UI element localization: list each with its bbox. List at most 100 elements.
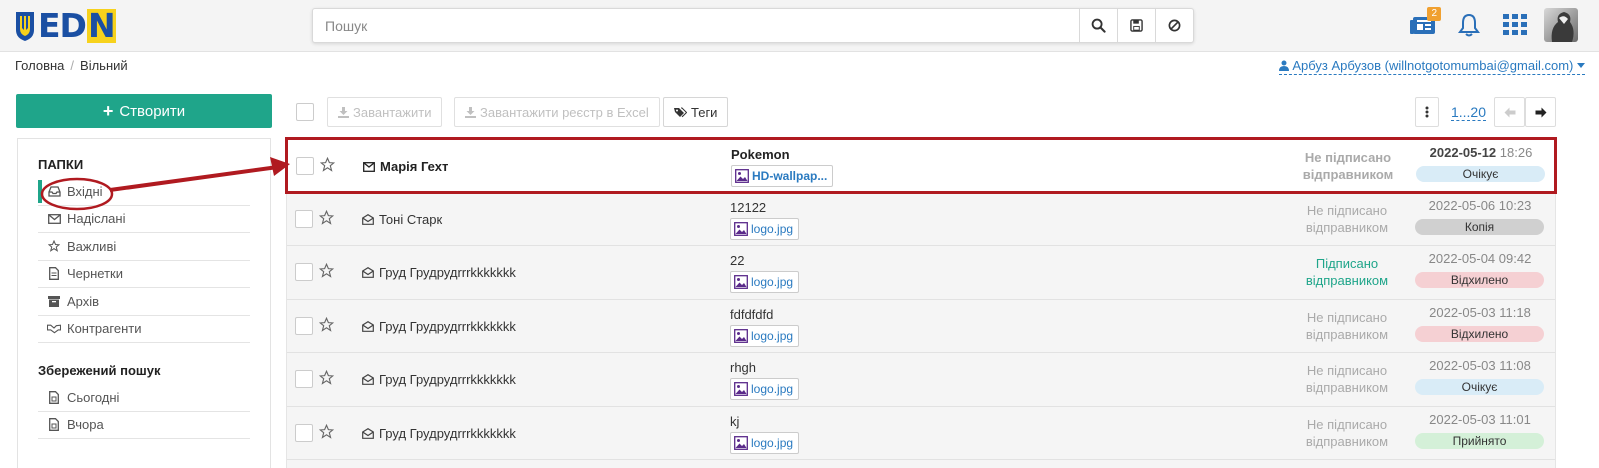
image-file-icon: [734, 435, 748, 450]
edin-logo[interactable]: EDN: [14, 9, 116, 43]
apps-button[interactable]: [1497, 6, 1533, 44]
sidebar-item-contractors[interactable]: Контрагенти: [38, 316, 250, 343]
row-checkbox[interactable]: [295, 316, 313, 335]
message-row[interactable]: Марія Гехт Pokemon HD-wallpap... Не підписа…: [285, 137, 1557, 194]
row-checkbox[interactable]: [295, 423, 313, 442]
user-menu-button[interactable]: [1543, 6, 1579, 44]
prev-page-button[interactable]: [1494, 97, 1525, 127]
star-icon[interactable]: [318, 316, 335, 335]
trident-icon: [16, 12, 34, 41]
time-value: 09:42: [1498, 251, 1532, 266]
image-file-icon: [735, 169, 749, 183]
sender: Груд Грудрудrrrkkkkkkk: [362, 353, 516, 406]
sidebar-item-inbox[interactable]: Вхідні: [38, 178, 250, 206]
user-name: Арбуз Арбузов (willnotgotomumbai@gmail.c…: [1292, 58, 1574, 73]
status-badge: Копія: [1415, 218, 1544, 235]
date-value: 2022-05-04: [1428, 251, 1496, 266]
download-button[interactable]: Завантажити: [327, 97, 443, 127]
time-value: 10:23: [1498, 197, 1532, 213]
sidebar-item-important[interactable]: Важливі: [38, 233, 250, 261]
row-checkbox[interactable]: [296, 157, 314, 175]
attachment-name: logo.jpg: [751, 328, 794, 343]
image-file-icon: [734, 221, 748, 236]
kebab-menu-icon: [1425, 106, 1429, 118]
subject: kj: [730, 413, 740, 429]
sidebar-item-archive[interactable]: Архів: [38, 288, 250, 316]
search-input[interactable]: [313, 9, 1079, 42]
signature-status: Підписано відправником: [1305, 256, 1389, 288]
attachment[interactable]: logo.jpg: [730, 431, 800, 454]
saved-search-yesterday[interactable]: Вчора: [38, 412, 250, 439]
calendar-icon: [47, 390, 61, 404]
download-label: Завантажити: [353, 104, 432, 120]
status-badge: Відхилено: [1415, 272, 1544, 288]
sidebar: ПАПКИ Вхідні Надіслані Важливі Чернетки …: [17, 138, 271, 468]
message-row[interactable]: Груд Грудрудrrrkkkkkkk kj logo.jpg Не підпи…: [287, 407, 1555, 460]
search-icon: [1091, 18, 1106, 33]
documents-button[interactable]: 2: [1405, 6, 1441, 44]
tags-button[interactable]: Теги: [663, 97, 729, 127]
page-range[interactable]: 1...20: [1450, 104, 1486, 121]
breadcrumb-home[interactable]: Головна: [15, 58, 64, 73]
search-button[interactable]: [1079, 9, 1117, 42]
sidebar-item-label: Вчора: [67, 417, 104, 433]
folders-heading: ПАПКИ: [38, 157, 84, 172]
message-row[interactable]: Груд Грудрудrrrkkkkkkk fdfdfdfd logo.jpg Не…: [287, 300, 1555, 353]
row-checkbox[interactable]: [295, 370, 313, 388]
star-icon[interactable]: [318, 262, 335, 281]
top-bar: EDN 2: [0, 0, 1599, 52]
arrow-right-icon: [1535, 107, 1546, 117]
sender: Груд Грудрудrrrkkkkkkk: [362, 300, 516, 353]
envelope-open-icon: [362, 374, 374, 385]
star-icon[interactable]: [318, 209, 335, 228]
save-search-button[interactable]: [1117, 9, 1155, 42]
row-checkbox[interactable]: [295, 263, 313, 281]
time-value: 18:26: [1499, 145, 1533, 160]
message-row[interactable]: Груд Грудрудrrrkkkkkkk rhgh logo.jpg Не під…: [287, 353, 1555, 407]
star-icon[interactable]: [318, 369, 335, 388]
message-row[interactable]: Тоні Старк 12122 logo.jpg Не підписано відп…: [287, 193, 1555, 246]
saved-search-today[interactable]: Сьогодні: [38, 384, 250, 412]
sidebar-item-label: Сьогодні: [67, 389, 120, 405]
sidebar-item-sent[interactable]: Надіслані: [38, 206, 250, 233]
star-icon[interactable]: [318, 423, 335, 442]
status-badge: Очікує: [1416, 166, 1545, 182]
more-options-button[interactable]: [1414, 97, 1439, 127]
attachment[interactable]: logo.jpg: [730, 217, 800, 240]
message-row[interactable]: Груд Грудрудrrrkkkkkkk 22 logo.jpg Підписан…: [287, 246, 1555, 300]
create-button[interactable]: + Створити: [16, 94, 272, 128]
plus-icon: +: [102, 100, 114, 121]
sidebar-item-drafts[interactable]: Чернетки: [38, 261, 250, 288]
sender: Груд Грудрудrrrkkkkkkk: [362, 246, 516, 299]
star-icon[interactable]: [319, 156, 336, 175]
apps-grid-icon: [1503, 14, 1527, 35]
sender-name: Марія Гехт: [380, 159, 449, 174]
attachment[interactable]: HD-wallpap...: [731, 165, 834, 187]
date: 2022-05-03 11:08: [1416, 358, 1544, 373]
attachment[interactable]: logo.jpg: [730, 324, 800, 347]
handshake-icon: [47, 322, 61, 336]
sender-name: Тоні Старк: [379, 211, 443, 227]
attachment-name: logo.jpg: [751, 435, 794, 450]
clear-search-button[interactable]: [1155, 9, 1193, 42]
download-icon: [338, 106, 349, 118]
row-checkbox[interactable]: [295, 209, 313, 228]
next-page-button[interactable]: [1525, 97, 1556, 127]
select-all-checkbox[interactable]: [296, 103, 314, 121]
attachment[interactable]: logo.jpg: [730, 271, 800, 293]
envelope-open-icon: [362, 213, 374, 225]
sender-name: Груд Грудрудrrrkkkkkkk: [379, 318, 516, 334]
attachment[interactable]: logo.jpg: [730, 378, 800, 400]
sender: Груд Грудрудrrrkkkkkkk: [362, 407, 516, 460]
download-excel-button[interactable]: Завантажити реєстр в Excel: [454, 97, 660, 127]
date-value: 2022-05-06: [1428, 197, 1496, 213]
notifications-button[interactable]: [1451, 6, 1487, 44]
user-account-menu[interactable]: Арбуз Арбузов (willnotgotomumbai@gmail.c…: [1278, 58, 1585, 75]
pagination: 1...20: [1414, 97, 1556, 127]
attachment-name: logo.jpg: [751, 275, 794, 289]
date: 2022-05-03 11:01: [1416, 412, 1544, 427]
sidebar-item-label: Архів: [67, 293, 100, 309]
breadcrumb-separator: /: [70, 58, 75, 73]
sender: Марія Гехт: [363, 140, 448, 193]
sender-name: Груд Грудрудrrrkkkkkkk: [379, 425, 516, 441]
